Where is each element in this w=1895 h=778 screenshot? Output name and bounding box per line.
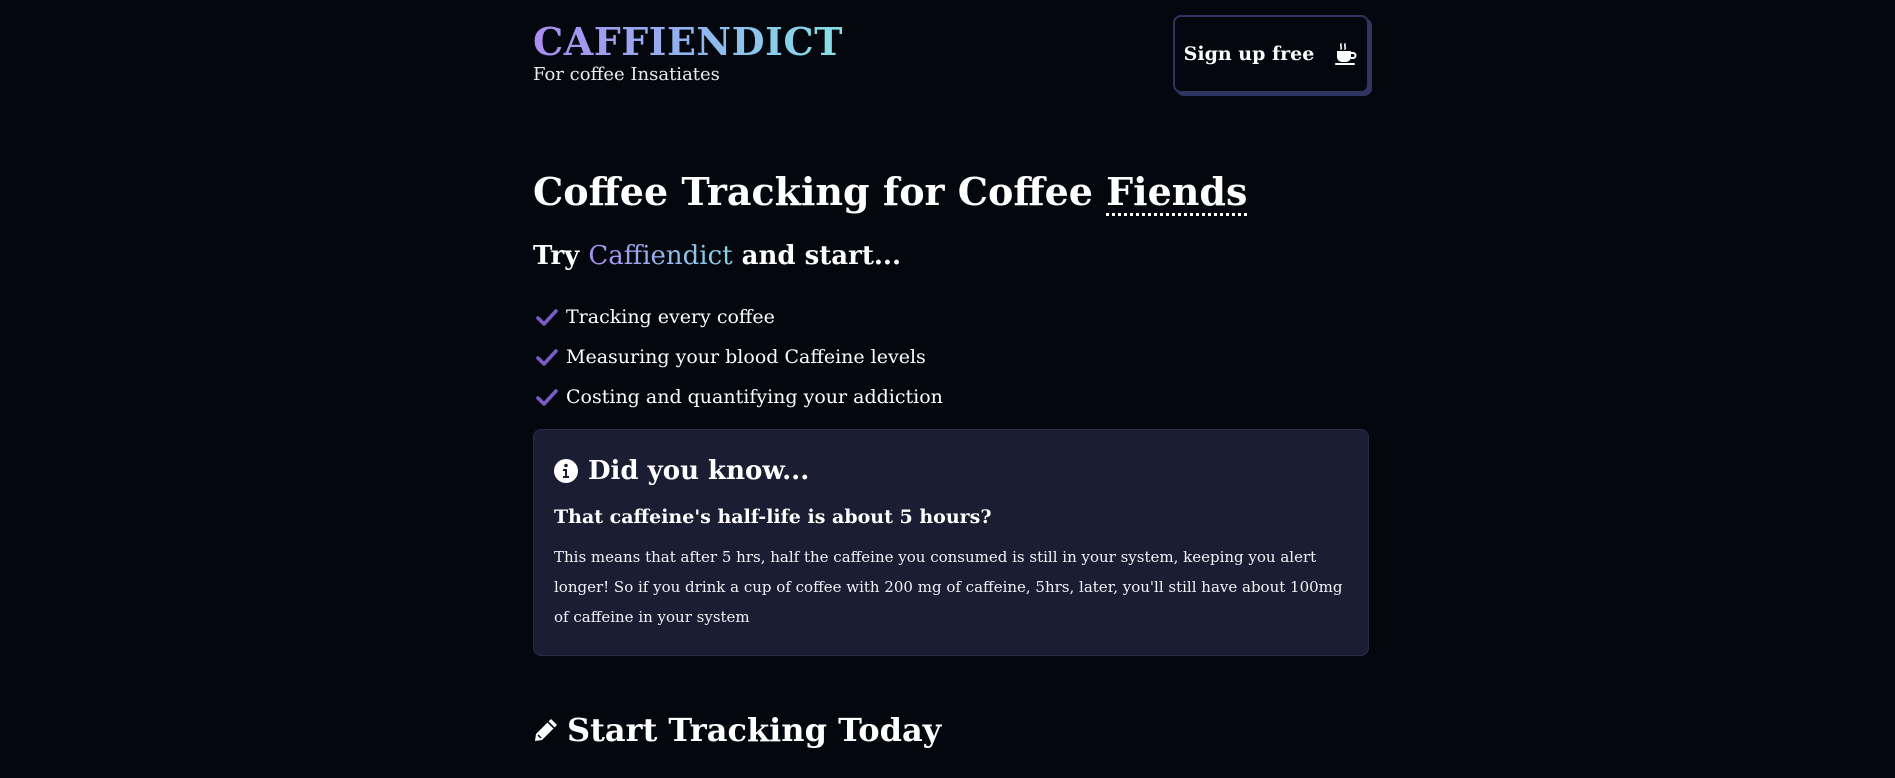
- info-circle-icon: [554, 459, 578, 483]
- hero-title-highlight: Fiends: [1106, 169, 1248, 214]
- feature-item: Costing and quantifying your addiction: [533, 377, 943, 417]
- brand-logo-text[interactable]: CAFFIENDICT: [533, 20, 843, 64]
- info-body: This means that after 5 hrs, half the ca…: [554, 548, 1343, 626]
- info-title: Did you know...: [588, 456, 810, 486]
- sign-up-button[interactable]: Sign up free: [1173, 15, 1369, 93]
- info-question: That caffeine's half-life is about 5 hou…: [554, 506, 992, 528]
- try-suffix: and start...: [732, 241, 902, 271]
- feature-label: Tracking every coffee: [566, 306, 775, 328]
- brand-tagline: For coffee Insatiates: [533, 64, 720, 85]
- feature-label: Measuring your blood Caffeine levels: [566, 346, 926, 368]
- try-brand: Caffiendict: [588, 241, 733, 271]
- pencil-icon: [533, 717, 559, 743]
- header: CAFFIENDICT For coffee Insatiates Sign u…: [533, 0, 1369, 110]
- sign-up-label: Sign up free: [1183, 43, 1315, 65]
- start-tracking-heading: Start Tracking Today: [533, 708, 941, 752]
- check-icon: [536, 306, 558, 328]
- brand[interactable]: CAFFIENDICT For coffee Insatiates: [533, 20, 843, 86]
- try-prefix: Try: [533, 241, 589, 271]
- start-tracking-title: Start Tracking Today: [567, 711, 942, 749]
- page: CAFFIENDICT For coffee Insatiates Sign u…: [0, 0, 1895, 778]
- hero-title-prefix: Coffee Tracking for Coffee: [533, 169, 1107, 214]
- check-icon: [536, 386, 558, 408]
- info-header: Did you know...: [554, 452, 1348, 490]
- hero-title: Coffee Tracking for Coffee Fiends: [533, 168, 1247, 216]
- feature-item: Tracking every coffee: [533, 297, 943, 337]
- try-line: Try Caffiendict and start...: [533, 238, 901, 274]
- coffee-cup-icon: [1334, 42, 1358, 66]
- feature-label: Costing and quantifying your addiction: [566, 386, 943, 408]
- feature-item: Measuring your blood Caffeine levels: [533, 337, 943, 377]
- check-icon: [536, 346, 558, 368]
- did-you-know-card: Did you know... That caffeine's half-lif…: [533, 429, 1369, 656]
- feature-list: Tracking every coffee Measuring your blo…: [533, 297, 943, 417]
- main-container: CAFFIENDICT For coffee Insatiates Sign u…: [533, 0, 1369, 749]
